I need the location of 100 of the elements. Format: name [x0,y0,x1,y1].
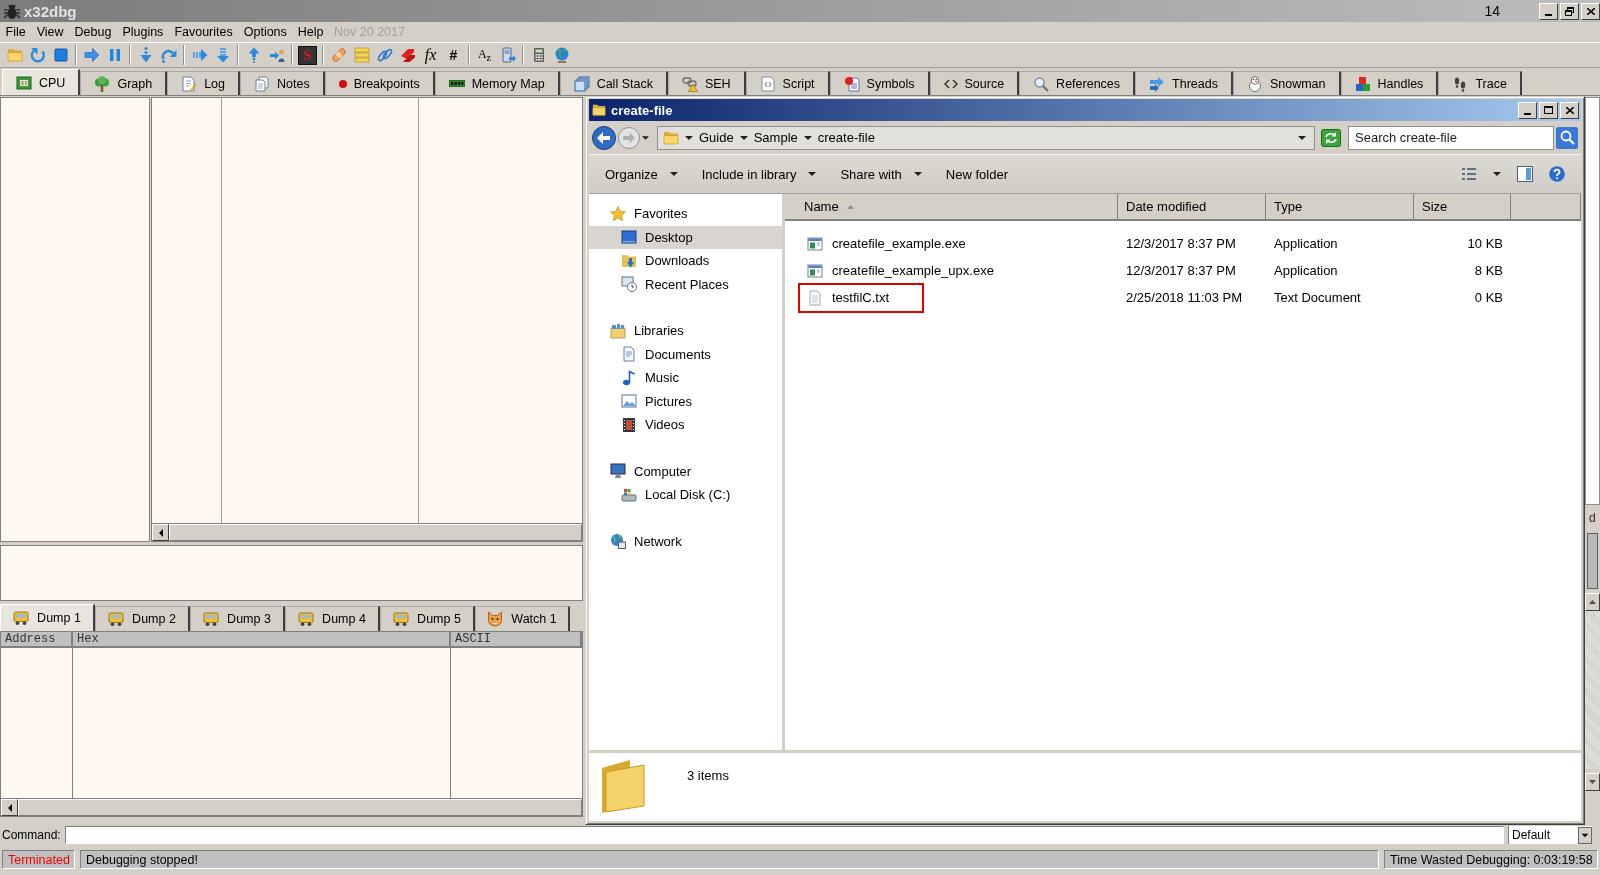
scrollbar-thumb[interactable] [1587,533,1598,589]
menu-item[interactable]: File [0,25,32,39]
tab[interactable]: Handles [1340,71,1439,95]
dropdown-button[interactable]: Include in library [691,162,827,186]
tab[interactable]: Dump 4 [285,606,380,631]
scroll-down-button[interactable] [1585,773,1600,791]
refresh-icon[interactable] [1321,128,1341,147]
nav-item[interactable]: Videos [589,413,782,437]
tab[interactable]: Symbols [829,71,930,95]
phone-arrow-icon[interactable] [499,47,516,63]
menu-item[interactable]: View [31,25,70,39]
caret-icon [808,172,817,176]
stop-icon[interactable] [52,47,69,63]
nav-item[interactable]: Network [589,529,782,553]
nav-item[interactable]: Music [589,366,782,390]
close-icon [1586,7,1595,15]
paperclip-icon[interactable] [376,47,393,63]
command-input[interactable] [64,826,1504,844]
nav-item[interactable]: Documents [589,342,782,366]
scroll-left-button[interactable] [1,799,18,816]
search-field[interactable]: Search create-file [1348,125,1554,150]
tab[interactable]: Dump 3 [190,606,285,631]
caret-icon[interactable] [803,135,812,140]
menu-item[interactable]: Plugins [116,25,169,39]
dropdown-button[interactable]: Share with [830,162,932,186]
column-header[interactable]: Type [1266,194,1414,219]
globe-icon[interactable] [553,47,570,63]
tab[interactable]: References [1019,71,1136,95]
preview-pane-icon[interactable] [1517,166,1533,182]
column-header[interactable]: Name [785,194,1118,219]
nav-item[interactable]: Favorites [589,202,782,226]
tab[interactable]: Dump 2 [95,606,190,631]
column-header[interactable]: Size [1414,194,1511,219]
right-arrow-icon[interactable] [83,47,100,63]
scroll-up-button[interactable] [1585,593,1600,611]
view-list-icon[interactable] [1461,166,1477,182]
minimize-button[interactable] [1518,101,1537,119]
tab[interactable]: Dump 1 [0,604,95,631]
curved-arrow-icon[interactable] [160,47,177,63]
size-cell-text: 10 KB [1466,236,1504,251]
tab[interactable]: Memory Map [434,71,560,95]
tab[interactable]: Threads [1135,71,1233,95]
tab[interactable]: Call Stack [559,71,668,95]
breadcrumb-item[interactable]: create-file [817,130,875,145]
tab[interactable]: Watch 1 [475,606,570,631]
address-bar[interactable]: Guide Sample create-file [657,125,1315,150]
menu-item[interactable]: Favourites [168,25,239,39]
striped-down-arrow-icon[interactable] [214,47,231,63]
dotted-up-arrow-icon[interactable] [245,47,262,63]
tab[interactable]: Snowman [1232,71,1341,95]
toolbar-button[interactable]: fx [419,46,442,64]
dropdown-button[interactable]: Organize [595,162,688,186]
column-header[interactable]: Date modified [1118,194,1266,219]
size-cell-text: 0 KB [1473,290,1504,305]
scroll-left-button[interactable] [152,524,169,541]
toolbar-button[interactable]: A$_{z}$ [473,46,496,64]
nav-item[interactable]: Downloads [589,249,782,273]
tab[interactable]: Graph [80,71,168,95]
tab[interactable]: Script [745,71,830,95]
tab[interactable]: Log [167,71,240,95]
caret-icon[interactable] [1298,135,1306,140]
toolbar-button[interactable]: # [442,47,465,63]
menu-item[interactable]: Options [238,25,293,39]
caret-icon[interactable] [685,135,693,140]
caret-icon[interactable] [739,135,748,140]
nav-item[interactable]: Recent Places [589,272,782,296]
caret-icon[interactable] [1493,172,1501,176]
nav-item[interactable]: Local Disk (C:) [589,483,782,507]
tab[interactable]: Dump 5 [380,606,475,631]
tab[interactable]: Trace [1438,71,1522,95]
restore-button[interactable] [1560,2,1579,20]
file-name[interactable]: createfile_example.exe [832,236,966,251]
search-icon[interactable] [1556,126,1578,149]
menu-item[interactable]: Help [292,25,330,39]
nav-item[interactable]: Computer [589,459,782,483]
nav-item[interactable]: Desktop [589,225,782,249]
tab[interactable]: SEH [667,71,746,95]
breadcrumb-item[interactable]: Sample [753,130,798,145]
file-name[interactable]: createfile_example_upx.exe [832,263,994,278]
help-icon[interactable] [1549,166,1565,182]
mode-dropdown[interactable]: Default [1508,826,1592,844]
file-name[interactable]: testfilC.txt [832,290,890,305]
close-button[interactable] [1560,101,1579,119]
maximize-button[interactable] [1539,101,1558,119]
nav-item[interactable]: Libraries [589,319,782,343]
tag-icon[interactable] [399,47,416,63]
caret-icon[interactable] [642,135,649,140]
arrow-person-icon[interactable] [268,47,285,63]
striped-right-arrow-icon[interactable] [191,47,208,63]
circular-arrow-icon[interactable] [29,47,46,63]
menu-item[interactable]: Debug [69,25,117,39]
tab[interactable]: Source [929,71,1020,95]
nav-item[interactable]: Pictures [589,389,782,413]
toolbar-button[interactable]: New folder [935,162,1018,186]
tab[interactable]: Notes [240,71,325,95]
tab[interactable]: Breakpoints [324,71,435,95]
breadcrumb-item[interactable]: Guide [699,130,734,145]
tab[interactable]: CPU [2,69,81,95]
close-button[interactable] [1581,2,1600,20]
minimize-button[interactable] [1539,2,1558,20]
